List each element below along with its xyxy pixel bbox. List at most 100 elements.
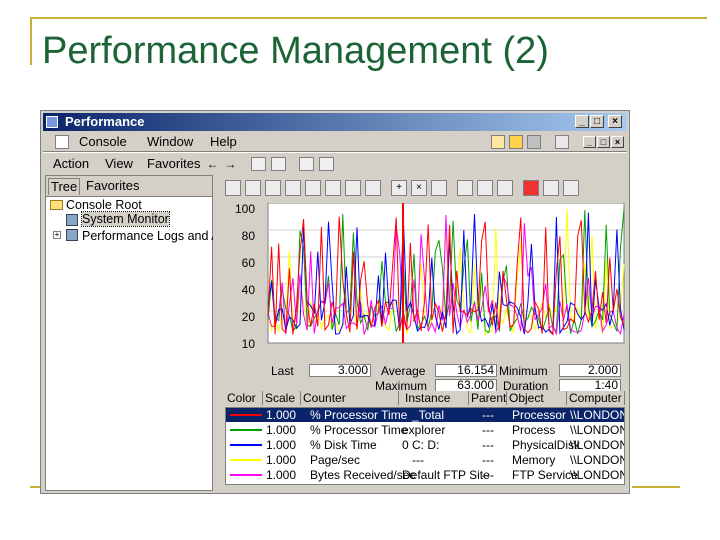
legend-counter: % Processor Time (310, 423, 408, 437)
legend-header-scale[interactable]: Scale (263, 391, 301, 405)
help-icon[interactable] (319, 157, 334, 171)
legend-parent: --- (482, 408, 494, 422)
clear-display-icon[interactable] (245, 180, 261, 196)
help-icon[interactable] (563, 180, 579, 196)
update-data-icon[interactable] (543, 180, 559, 196)
menu-help[interactable]: Help (210, 133, 237, 151)
y-tick-80: 80 (242, 229, 256, 243)
legend-parent: --- (482, 468, 494, 482)
legend-row[interactable]: 1.000 Bytes Received/sec Default FTP Sit… (226, 468, 625, 482)
menu-bar: Console Window Help _ □ × (43, 133, 627, 151)
new-counter-set-icon[interactable] (225, 180, 241, 196)
tree-tabs: Tree Favorites (46, 176, 212, 197)
minimum-label: Minimum (499, 364, 548, 378)
highlight-icon[interactable] (431, 180, 447, 196)
legend-counter: % Processor Time (310, 408, 408, 422)
legend-instance: _Total (412, 408, 445, 422)
legend-computer: \\LONDON (570, 468, 625, 482)
view-current-activity-icon[interactable] (265, 180, 281, 196)
freeze-display-icon[interactable] (523, 180, 539, 196)
view-log-data-icon[interactable] (285, 180, 301, 196)
legend-row[interactable]: 1.000 Page/sec --- --- Memory \\LONDON (226, 453, 624, 467)
legend-scale: 1.000 (266, 468, 297, 482)
forward-icon[interactable]: → (224, 158, 237, 170)
legend-object: Process (512, 423, 556, 437)
action-bar: Action View Favorites ← → (43, 153, 627, 175)
performance-logs-icon (66, 229, 78, 241)
menu-favorites[interactable]: Favorites (147, 153, 200, 175)
legend-header-instance[interactable]: Instance (399, 391, 469, 405)
legend-scale: 1.000 (266, 453, 297, 467)
legend-counter: Bytes Received/sec (310, 468, 416, 482)
system-monitor-pane: + × 100 80 60 40 20 10 Last 3.000 Averag… (213, 175, 625, 491)
performance-graph: 100 80 60 40 20 10 (235, 203, 625, 351)
y-tick-40: 40 (242, 283, 256, 297)
legend-color-swatch (230, 444, 262, 446)
legend-row[interactable]: 1.000 % Disk Time 0 C: D: --- PhysicalDi… (226, 438, 624, 452)
mdi-restore-button[interactable]: □ (597, 136, 610, 148)
legend-header-object[interactable]: Object (507, 391, 567, 405)
menu-window[interactable]: Window (147, 133, 193, 151)
average-label: Average (381, 364, 426, 378)
menu-console[interactable]: Console (79, 133, 127, 151)
back-icon[interactable]: ← (206, 158, 219, 170)
y-tick-20: 20 (242, 310, 256, 324)
new-icon[interactable] (491, 135, 505, 149)
slide-title: Performance Management (2) (42, 30, 549, 72)
legend-color-swatch (230, 429, 262, 431)
expand-icon[interactable]: + (53, 231, 61, 239)
legend-header-computer[interactable]: Computer (567, 391, 625, 405)
legend-parent: --- (482, 423, 494, 437)
legend-color-swatch (230, 474, 262, 476)
save-icon[interactable] (527, 135, 541, 149)
maximize-button[interactable]: □ (590, 115, 604, 128)
console-icon (55, 135, 69, 149)
legend-parent: --- (482, 438, 494, 452)
tree-pane: Tree Favorites Console Root System Monit… (45, 175, 243, 491)
paste-counter-list-icon[interactable] (477, 180, 493, 196)
close-button[interactable]: × (608, 115, 622, 128)
legend-row[interactable]: 1.000 % Processor Time _Total --- Proces… (226, 408, 625, 422)
copy-properties-icon[interactable] (457, 180, 473, 196)
mdi-minimize-button[interactable]: _ (583, 136, 596, 148)
tab-tree[interactable]: Tree (48, 178, 81, 195)
performance-app-icon (46, 116, 58, 128)
new-window-icon[interactable] (555, 135, 569, 149)
menu-action[interactable]: Action (53, 153, 89, 175)
performance-window: Performance _ □ × Console Window Help _ … (40, 110, 630, 494)
y-tick-10: 10 (242, 337, 256, 351)
slide-frame-left (30, 17, 32, 65)
delete-counter-icon[interactable]: × (411, 180, 427, 196)
mdi-close-button[interactable]: × (611, 136, 624, 148)
legend-header-color[interactable]: Color (225, 391, 263, 405)
legend-row[interactable]: 1.000 % Processor Time explorer --- Proc… (226, 423, 624, 437)
legend-scale: 1.000 (266, 408, 297, 422)
view-graph-icon[interactable] (305, 180, 321, 196)
menu-view[interactable]: View (105, 153, 133, 175)
add-counter-icon[interactable]: + (391, 180, 407, 196)
tree-item-system-monitor[interactable]: System Monitor (81, 211, 170, 227)
legend-computer: \\LONDON (570, 408, 625, 422)
minimize-button[interactable]: _ (575, 115, 589, 128)
up-level-icon[interactable] (251, 157, 266, 171)
show-tree-icon[interactable] (271, 157, 286, 171)
tab-favorites[interactable]: Favorites (84, 178, 141, 194)
legend-header-counter[interactable]: Counter (301, 391, 399, 405)
slide-bottom-rule-right (632, 486, 680, 488)
legend-counter: Page/sec (310, 453, 361, 467)
properties-icon[interactable] (497, 180, 513, 196)
legend-header-parent[interactable]: Parent (469, 391, 507, 405)
legend-scale: 1.000 (266, 438, 297, 452)
last-label: Last (271, 364, 294, 378)
last-value: 3.000 (309, 364, 371, 377)
counter-legend: 1.000 % Processor Time _Total --- Proces… (225, 407, 625, 485)
view-report-icon[interactable] (345, 180, 361, 196)
window-titlebar[interactable]: Performance _ □ × (43, 113, 627, 131)
open-icon[interactable] (509, 135, 523, 149)
view-report-alt-icon[interactable] (365, 180, 381, 196)
legend-object: Memory (512, 453, 556, 467)
properties-icon[interactable] (299, 157, 314, 171)
average-value: 16.154 (435, 364, 497, 377)
view-histogram-icon[interactable] (325, 180, 341, 196)
tree-item-console-root[interactable]: Console Root (66, 198, 142, 212)
